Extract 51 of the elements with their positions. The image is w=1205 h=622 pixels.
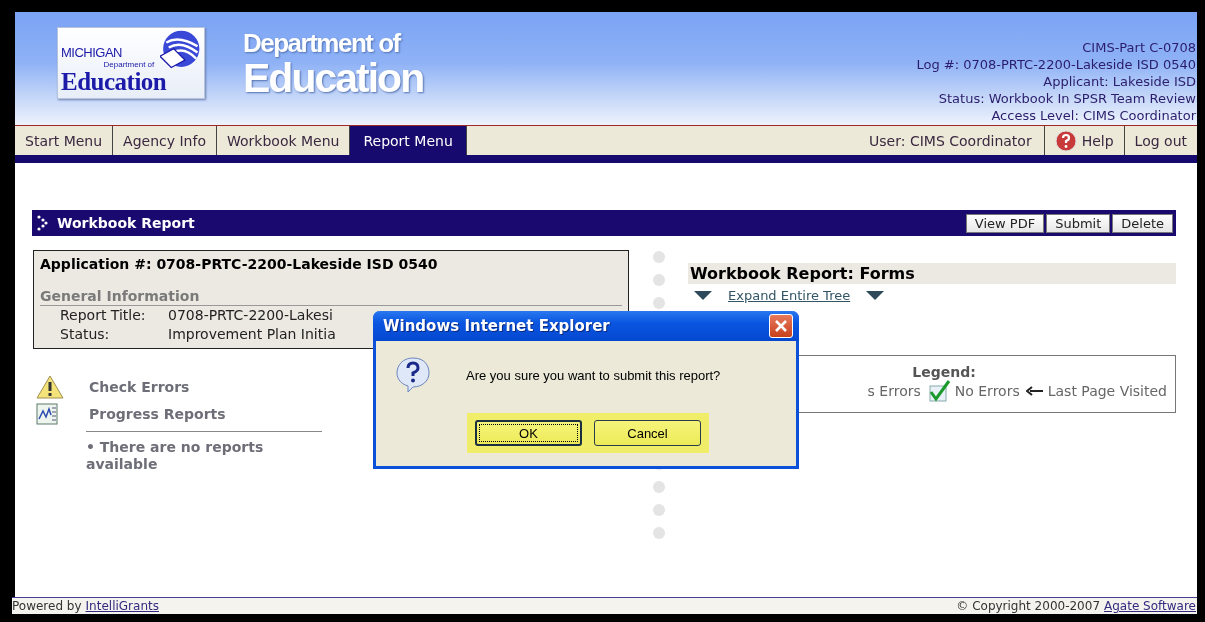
dialog-title: Windows Internet Explorer (383, 317, 610, 335)
legend-label: Last Page Visited (1047, 383, 1167, 399)
empty-reports-note: • There are no reports available (86, 439, 265, 473)
section-subheading: General Information (40, 288, 622, 306)
field-label: Status: (60, 325, 111, 344)
caret-icon (694, 291, 712, 300)
info-line: Applicant: Lakeside ISD (1043, 73, 1196, 90)
info-line: Status: Workbook In SPSR Team Review (938, 90, 1196, 107)
application-number: Application #: 0708-PRTC-2200-Lakeside ISD 0540 (40, 256, 439, 272)
action-link[interactable]: Progress Reports (89, 406, 226, 422)
powered-by-label: Powered by (12, 599, 82, 613)
warning-icon (36, 375, 64, 399)
forms-title: Workbook Report: Forms (688, 263, 1176, 284)
info-line: CIMS-Part C-0708 (1082, 39, 1196, 56)
dialog-message: Are you sure you want to submit this report? (466, 367, 721, 383)
chart-icon (36, 403, 58, 425)
chevron-icon (36, 215, 48, 231)
logo-text: MICHIGAN (61, 45, 123, 60)
logout-link[interactable]: Log out (1124, 126, 1197, 155)
close-button[interactable] (769, 314, 793, 338)
close-icon (774, 319, 788, 333)
site-title: Department of (243, 30, 402, 56)
field-label: Report Title: (60, 306, 147, 325)
help-icon (1054, 129, 1077, 152)
left-arrow-icon (1025, 386, 1044, 396)
dialog-button[interactable]: OK (475, 420, 582, 446)
vendor-link[interactable]: IntelliGrants (85, 599, 159, 613)
toolbar-button[interactable]: Delete (1112, 213, 1173, 233)
copyright-text: © Copyright 2000-2007 (956, 599, 1100, 613)
field-value: 0708-PRTC-2200-Lakesi (168, 306, 333, 325)
site-title: Education (243, 58, 424, 99)
action-link[interactable]: Check Errors (89, 379, 190, 395)
checkmark-icon (926, 380, 951, 402)
menu-tab[interactable]: Report Menu (350, 126, 467, 155)
legend-label: No Errors (954, 383, 1020, 399)
toolbar-button[interactable]: Submit (1046, 213, 1111, 233)
toolbar-button[interactable]: View PDF (965, 213, 1045, 233)
legend-title: Legend: (912, 364, 976, 380)
caret-icon (866, 291, 885, 300)
book-logo-drawing (160, 30, 200, 70)
info-line: Log #: 0708-PRTC-2200-Lakeside ISD 0540 (916, 56, 1196, 73)
section-title: Workbook Report (57, 215, 195, 231)
dialog-button[interactable]: Cancel (594, 420, 701, 446)
field-value: Improvement Plan Initia (168, 325, 336, 344)
question-icon (396, 357, 430, 393)
logo-wordmark: Education (61, 69, 167, 95)
expand-link[interactable]: Expand Entire Tree (728, 288, 851, 303)
logo-subtext: Department of (103, 60, 155, 69)
info-line: Access Level: CIMS Coordinator (991, 107, 1196, 124)
company-link[interactable]: Agate Software (1104, 599, 1196, 613)
legend-label: s Errors (867, 383, 921, 399)
